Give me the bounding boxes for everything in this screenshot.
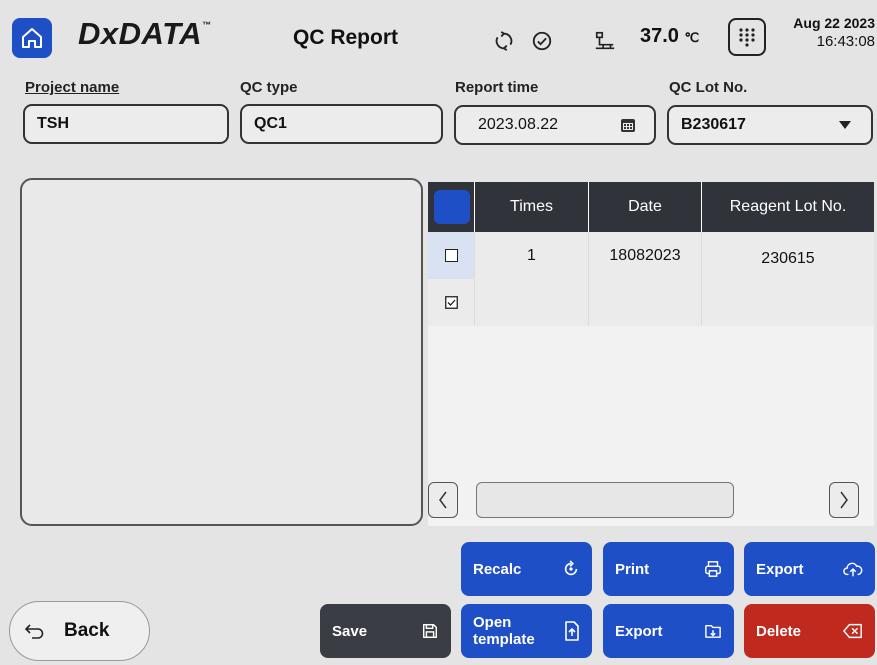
print-button[interactable]: Print [603, 542, 734, 596]
keypad-icon [739, 28, 755, 47]
delete-button[interactable]: Delete [744, 604, 875, 658]
printer-tray-icon[interactable] [591, 27, 619, 55]
table-row[interactable] [428, 279, 874, 326]
row-checkbox[interactable] [444, 249, 458, 262]
open-template-button[interactable]: Open template [461, 604, 592, 658]
column-header-date[interactable]: Date [588, 182, 701, 232]
keypad-button[interactable] [728, 18, 766, 56]
open-template-label: Open template [473, 614, 535, 648]
recalc-icon [564, 560, 578, 576]
scroll-left-button[interactable] [428, 482, 458, 518]
save-button[interactable]: Save [320, 604, 451, 658]
qc-type-label: QC type [240, 79, 298, 96]
cell-date: 18082023 [588, 232, 701, 279]
cell-reagent-lot [701, 279, 874, 326]
qc-lot-dropdown[interactable]: B230617 [667, 105, 873, 145]
app-logo: DxDATA™ [78, 16, 212, 51]
cell-times [474, 279, 588, 326]
back-button[interactable]: Back [9, 601, 150, 661]
export-cloud-label: Export [756, 560, 804, 578]
back-arrow-icon [24, 624, 44, 639]
recalc-button[interactable]: Recalc [461, 542, 592, 596]
page-title: QC Report [293, 26, 398, 49]
export-folder-label: Export [615, 622, 663, 640]
cell-date [588, 279, 701, 326]
cloud-upload-icon [843, 562, 863, 577]
home-icon [22, 28, 42, 48]
report-time-field[interactable]: 2023.08.22 [454, 105, 656, 145]
report-time-value: 2023.08.22 [478, 116, 559, 133]
project-name-value: TSH [37, 115, 69, 132]
project-name-field[interactable]: TSH [23, 104, 229, 144]
horizontal-scrollbar[interactable] [476, 482, 734, 518]
row-checkbox-checked[interactable] [444, 296, 458, 309]
calendar-icon [621, 119, 635, 132]
chevron-right-icon [840, 491, 848, 509]
time-display: 16:43:08 [816, 33, 875, 50]
qc-type-field[interactable]: QC1 [240, 104, 443, 144]
printer-icon [705, 561, 721, 577]
qc-type-value: QC1 [254, 115, 287, 132]
date-display: Aug 22 2023 [793, 15, 875, 31]
chevron-left-icon [439, 491, 447, 509]
top-bar: DxDATA™ QC Report 37.0 ℃ Aug 22 2023 16:… [0, 0, 877, 72]
qc-lot-value: B230617 [681, 116, 746, 133]
qc-records-table: Times Date Reagent Lot No. 1 18082023 23… [428, 182, 874, 526]
column-header-reagent-lot[interactable]: Reagent Lot No. [701, 182, 874, 232]
recalc-label: Recalc [473, 560, 522, 578]
save-label: Save [332, 622, 368, 640]
folder-download-icon [705, 624, 721, 638]
backspace-icon [843, 623, 862, 639]
file-upload-icon [565, 621, 579, 641]
print-label: Print [615, 560, 650, 578]
temperature-readout: 37.0 ℃ [640, 25, 700, 47]
back-label: Back [64, 620, 110, 641]
column-header-times[interactable]: Times [474, 182, 588, 232]
table-row[interactable]: 1 18082023 230615 [428, 232, 874, 279]
check-circle-icon[interactable] [528, 27, 556, 55]
project-name-label: Project name [25, 79, 120, 96]
table-header: Times Date Reagent Lot No. [428, 182, 874, 232]
qc-chart-area [20, 178, 423, 526]
qc-lot-label: QC Lot No. [669, 79, 748, 96]
export-cloud-button[interactable]: Export [744, 542, 875, 596]
select-all-checkbox[interactable] [434, 190, 470, 224]
cell-reagent-lot: 230615 [701, 232, 874, 279]
chevron-down-icon [839, 121, 851, 129]
delete-label: Delete [756, 622, 802, 640]
report-time-label: Report time [455, 79, 539, 96]
export-folder-button[interactable]: Export [603, 604, 734, 658]
scroll-right-button[interactable] [829, 482, 859, 518]
sync-icon[interactable] [491, 28, 517, 54]
cell-times: 1 [474, 232, 588, 279]
save-icon [422, 623, 438, 639]
home-button[interactable] [12, 18, 52, 58]
